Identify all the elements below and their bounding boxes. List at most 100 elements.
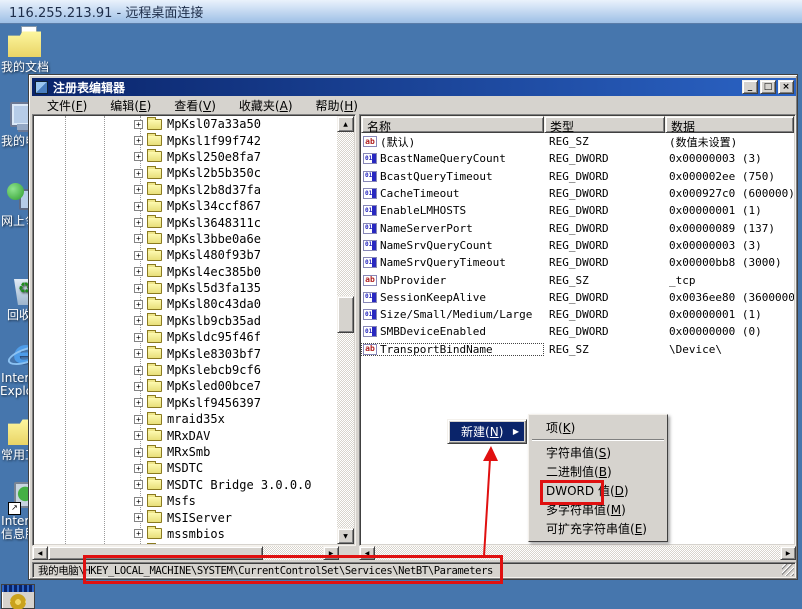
registry-value-row[interactable]: 011SessionKeepAlive REG_DWORD 0x0036ee80… — [361, 289, 794, 306]
tree-item[interactable]: + MpKsl1f99f742 — [34, 132, 337, 148]
tree-horizontal-scrollbar[interactable]: ◀ ▶ — [32, 546, 339, 560]
scroll-right-button[interactable]: ▶ — [780, 546, 796, 560]
submenu-item-B[interactable]: 二进制值(B) — [531, 462, 665, 481]
registry-value-row[interactable]: abNbProvider REG_SZ _tcp — [361, 271, 794, 288]
expand-plus-icon[interactable]: + — [134, 169, 143, 178]
tree-item[interactable]: + MpKsl2b5b350c — [34, 165, 337, 181]
expand-plus-icon[interactable]: + — [134, 431, 143, 440]
scrollbar-thumb[interactable] — [337, 296, 354, 333]
menu-H[interactable]: 帮助(H) — [309, 96, 365, 115]
tree-item[interactable]: + MpKsl2b8d37fa — [34, 182, 337, 198]
column-header-name[interactable]: 名称 — [361, 116, 544, 133]
expand-plus-icon[interactable]: + — [134, 415, 143, 424]
expand-plus-icon[interactable]: + — [134, 333, 143, 342]
tree-item[interactable]: + Mup — [34, 542, 337, 544]
menu-item-new[interactable]: 新建(N) ▶ — [450, 422, 524, 441]
tree-item[interactable]: + MpKsl3648311c — [34, 214, 337, 230]
registry-value-row[interactable]: 011NameServerPort REG_DWORD 0x00000089 (… — [361, 219, 794, 236]
tree-item[interactable]: + MSDTC Bridge 3.0.0.0 — [34, 477, 337, 493]
tree-item[interactable]: + MpKsl34ccf867 — [34, 198, 337, 214]
tree-item[interactable]: + MSDTC — [34, 460, 337, 476]
submenu-item-E[interactable]: 可扩充字符串值(E) — [531, 519, 665, 538]
submenu-item-M[interactable]: 多字符串值(M) — [531, 500, 665, 519]
scroll-left-button[interactable]: ◀ — [32, 546, 48, 560]
registry-value-row[interactable]: 011Size/Small/Medium/Large REG_DWORD 0x0… — [361, 306, 794, 323]
background-window-fragment[interactable] — [1, 584, 35, 609]
registry-value-row[interactable]: ab(默认) REG_SZ (数值未设置) — [361, 133, 794, 150]
expand-plus-icon[interactable]: + — [134, 398, 143, 407]
expand-plus-icon[interactable]: + — [134, 284, 143, 293]
tree-item[interactable]: + MRxDAV — [34, 427, 337, 443]
registry-title-bar[interactable]: 注册表编辑器 _□× — [32, 78, 796, 96]
menu-E[interactable]: 编辑(E) — [103, 96, 158, 115]
expand-plus-icon[interactable]: + — [134, 464, 143, 473]
submenu-item-K[interactable]: 项(K) — [531, 418, 665, 437]
tree-item[interactable]: + MSIServer — [34, 509, 337, 525]
tree-item[interactable]: + MpKsl3bbe0a6e — [34, 231, 337, 247]
close-button[interactable]: × — [778, 80, 794, 94]
tree-item[interactable]: + MpKsl80c43da0 — [34, 296, 337, 312]
column-header-type[interactable]: 类型 — [544, 116, 665, 133]
scrollbar-track[interactable] — [375, 546, 780, 560]
expand-plus-icon[interactable]: + — [134, 300, 143, 309]
expand-plus-icon[interactable]: + — [134, 185, 143, 194]
tree-item[interactable]: + MpKslebcb9cf6 — [34, 362, 337, 378]
registry-value-row[interactable]: 011CacheTimeout REG_DWORD 0x000927c0 (60… — [361, 185, 794, 202]
tree-item[interactable]: + mssmbios — [34, 526, 337, 542]
registry-value-row[interactable]: abTransportBindName REG_SZ \Device\ — [361, 341, 794, 358]
expand-plus-icon[interactable]: + — [134, 448, 143, 457]
tree-item[interactable]: + Msfs — [34, 493, 337, 509]
expand-plus-icon[interactable]: + — [134, 480, 143, 489]
tree-item[interactable]: + MpKslf9456397 — [34, 395, 337, 411]
registry-value-row[interactable]: 011BcastQueryTimeout REG_DWORD 0x000002e… — [361, 168, 794, 185]
tree-item[interactable]: + mraid35x — [34, 411, 337, 427]
maximize-button[interactable]: □ — [760, 80, 776, 94]
expand-plus-icon[interactable]: + — [134, 251, 143, 260]
expand-plus-icon[interactable]: + — [134, 218, 143, 227]
list-horizontal-scrollbar[interactable]: ◀ ▶ — [359, 546, 796, 560]
minimize-button[interactable]: _ — [742, 80, 758, 94]
scroll-down-button[interactable]: ▼ — [337, 528, 354, 544]
tree-item[interactable]: + MpKsl4ec385b0 — [34, 264, 337, 280]
expand-plus-icon[interactable]: + — [134, 366, 143, 375]
expand-plus-icon[interactable]: + — [134, 152, 143, 161]
menu-F[interactable]: 文件(F) — [40, 96, 94, 115]
resize-grip[interactable] — [782, 564, 794, 576]
scroll-left-button[interactable]: ◀ — [359, 546, 375, 560]
expand-plus-icon[interactable]: + — [134, 529, 143, 538]
submenu-item-S[interactable]: 字符串值(S) — [531, 443, 665, 462]
scroll-right-button[interactable]: ▶ — [323, 546, 339, 560]
registry-value-row[interactable]: 011NameSrvQueryTimeout REG_DWORD 0x00000… — [361, 254, 794, 271]
expand-plus-icon[interactable]: + — [134, 120, 143, 129]
expand-plus-icon[interactable]: + — [134, 349, 143, 358]
tree-item[interactable]: + MpKsldc95f46f — [34, 329, 337, 345]
expand-plus-icon[interactable]: + — [134, 497, 143, 506]
tree-item[interactable]: + MpKsl480f93b7 — [34, 247, 337, 263]
menu-A[interactable]: 收藏夹(A) — [232, 96, 300, 115]
menu-V[interactable]: 查看(V) — [167, 96, 223, 115]
column-header-data[interactable]: 数据 — [665, 116, 794, 133]
expand-plus-icon[interactable]: + — [134, 202, 143, 211]
registry-value-row[interactable]: 011NameSrvQueryCount REG_DWORD 0x0000000… — [361, 237, 794, 254]
expand-plus-icon[interactable]: + — [134, 234, 143, 243]
registry-tree-pane[interactable]: + MpKsl07a33a50 + MpKsl1f99f742 + MpKsl2… — [32, 114, 356, 546]
tree-item[interactable]: + MpKsle8303bf7 — [34, 345, 337, 361]
expand-plus-icon[interactable]: + — [134, 513, 143, 522]
expand-plus-icon[interactable]: + — [134, 136, 143, 145]
tree-vertical-scrollbar[interactable]: ▲ ▼ — [337, 116, 354, 544]
scrollbar-thumb[interactable] — [48, 546, 263, 560]
expand-plus-icon[interactable]: + — [134, 267, 143, 276]
submenu-item-D[interactable]: DWORD 值(D) — [531, 481, 665, 500]
tree-item[interactable]: + MpKsl5d3fa135 — [34, 280, 337, 296]
tree-item[interactable]: + MpKsl250e8fa7 — [34, 149, 337, 165]
scroll-up-button[interactable]: ▲ — [337, 116, 354, 132]
tree-item[interactable]: + MpKsled00bce7 — [34, 378, 337, 394]
registry-value-row[interactable]: 011BcastNameQueryCount REG_DWORD 0x00000… — [361, 150, 794, 167]
expand-plus-icon[interactable]: + — [134, 382, 143, 391]
desktop-icon-my-documents[interactable]: 我的文档 — [0, 26, 50, 74]
tree-item[interactable]: + MpKsl07a33a50 — [34, 116, 337, 132]
expand-plus-icon[interactable]: + — [134, 316, 143, 325]
tree-item[interactable]: + MRxSmb — [34, 444, 337, 460]
registry-value-row[interactable]: 011EnableLMHOSTS REG_DWORD 0x00000001 (1… — [361, 202, 794, 219]
tree-item[interactable]: + MpKslb9cb35ad — [34, 313, 337, 329]
